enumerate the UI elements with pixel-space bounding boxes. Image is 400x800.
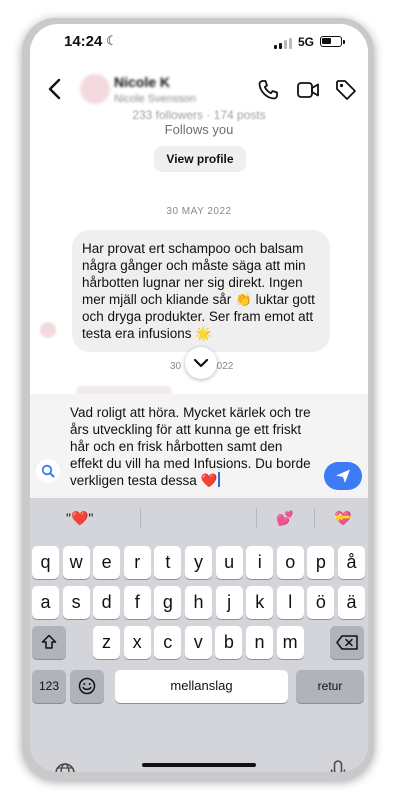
suggestion-divider	[314, 508, 315, 528]
key-row1-4[interactable]: t	[154, 546, 182, 579]
key-row1-5[interactable]: y	[185, 546, 212, 579]
suggestion-divider	[140, 508, 141, 528]
chevron-down-icon	[193, 358, 209, 368]
message-input-text: Vad roligt att höra. Mycket kärlek och t…	[70, 405, 311, 488]
key-row2-2[interactable]: d	[93, 586, 121, 619]
contact-name[interactable]: Nicole K	[114, 74, 170, 90]
suggestion-1[interactable]: "❤️"	[66, 510, 93, 527]
key-row3-4[interactable]: b	[215, 626, 243, 659]
numbers-key[interactable]: 123	[32, 670, 66, 703]
incoming-message-bubble[interactable]: Har provat ert schampoo och balsam några…	[72, 230, 330, 352]
send-button[interactable]	[324, 462, 362, 490]
status-time: 14:24	[64, 33, 103, 50]
suggestion-3[interactable]: 💝	[334, 510, 351, 527]
backspace-icon	[336, 635, 358, 650]
key-row2-4[interactable]: g	[154, 586, 182, 619]
key-row2-1[interactable]: s	[62, 586, 90, 619]
emoji-key[interactable]	[70, 670, 104, 703]
key-row1-0[interactable]: q	[32, 546, 59, 579]
key-row3-3[interactable]: v	[184, 626, 212, 659]
video-call-icon[interactable]	[296, 78, 320, 102]
key-row1-2[interactable]: e	[93, 546, 121, 579]
follows-you-label: Follows you	[164, 122, 234, 137]
key-row1-7[interactable]: i	[246, 546, 274, 579]
space-key[interactable]: mellanslag	[115, 670, 288, 703]
scroll-down-button[interactable]	[185, 347, 217, 379]
key-row1-3[interactable]: r	[123, 546, 151, 579]
screen: 14:24 ☾ 5G Nicole K Nicole Svensson 233 …	[30, 24, 368, 772]
key-row1-6[interactable]: u	[215, 546, 243, 579]
microphone-icon[interactable]	[330, 760, 346, 772]
phone-call-icon[interactable]	[256, 78, 280, 102]
sender-avatar	[40, 322, 56, 338]
emoji-suggestion-bar: "❤️" 💕 💝	[30, 498, 368, 538]
key-row1-10[interactable]: å	[338, 546, 365, 579]
status-bar: 14:24 ☾ 5G	[30, 24, 368, 60]
home-indicator	[142, 763, 256, 767]
globe-icon[interactable]	[54, 762, 76, 772]
view-profile-button[interactable]: View profile	[154, 146, 246, 172]
send-icon	[336, 469, 350, 483]
emoji-icon	[78, 677, 96, 695]
battery-icon	[320, 36, 345, 47]
keyboard: "❤️" 💕 💝 123 mellanslag retur q w e r t …	[30, 498, 368, 772]
moon-icon: ☾	[106, 33, 118, 48]
signal-icon	[274, 38, 292, 49]
key-row2-6[interactable]: j	[215, 586, 243, 619]
key-row2-5[interactable]: h	[185, 586, 212, 619]
key-row2-0[interactable]: a	[32, 586, 59, 619]
date-separator: 30 MAY 2022	[166, 206, 232, 217]
second-date-left: 30	[170, 361, 182, 372]
text-caret	[218, 472, 220, 487]
message-input[interactable]: Vad roligt att höra. Mycket kärlek och t…	[70, 404, 318, 489]
key-row3-0[interactable]: z	[93, 626, 120, 659]
tag-icon[interactable]	[334, 78, 358, 102]
key-row1-8[interactable]: o	[276, 546, 304, 579]
key-row1-1[interactable]: w	[62, 546, 90, 579]
back-arrow-icon[interactable]	[44, 76, 66, 102]
key-row3-1[interactable]: x	[123, 626, 151, 659]
search-icon	[41, 464, 55, 478]
avatar[interactable]	[80, 74, 110, 104]
key-row3-6[interactable]: m	[276, 626, 304, 659]
key-row2-3[interactable]: f	[123, 586, 151, 619]
key-row2-10[interactable]: ä	[338, 586, 365, 619]
shift-key[interactable]	[32, 626, 66, 659]
delete-key[interactable]	[330, 626, 364, 659]
contact-subtitle: Nicole Svensson	[114, 93, 196, 105]
suggestion-2[interactable]: 💕	[276, 510, 293, 527]
key-row2-7[interactable]: k	[246, 586, 274, 619]
search-button[interactable]	[36, 459, 60, 483]
key-row1-9[interactable]: p	[307, 546, 335, 579]
suggestion-divider	[256, 508, 257, 528]
key-row2-9[interactable]: ö	[307, 586, 335, 619]
shift-icon	[41, 634, 57, 649]
followers-count: 233 followers · 174 posts	[132, 108, 266, 122]
key-row3-2[interactable]: c	[154, 626, 182, 659]
key-row2-8[interactable]: l	[276, 586, 304, 619]
return-key[interactable]: retur	[296, 670, 364, 703]
key-row3-5[interactable]: n	[246, 626, 273, 659]
message-composer: Vad roligt att höra. Mycket kärlek och t…	[30, 394, 368, 498]
network-label: 5G	[298, 35, 315, 49]
